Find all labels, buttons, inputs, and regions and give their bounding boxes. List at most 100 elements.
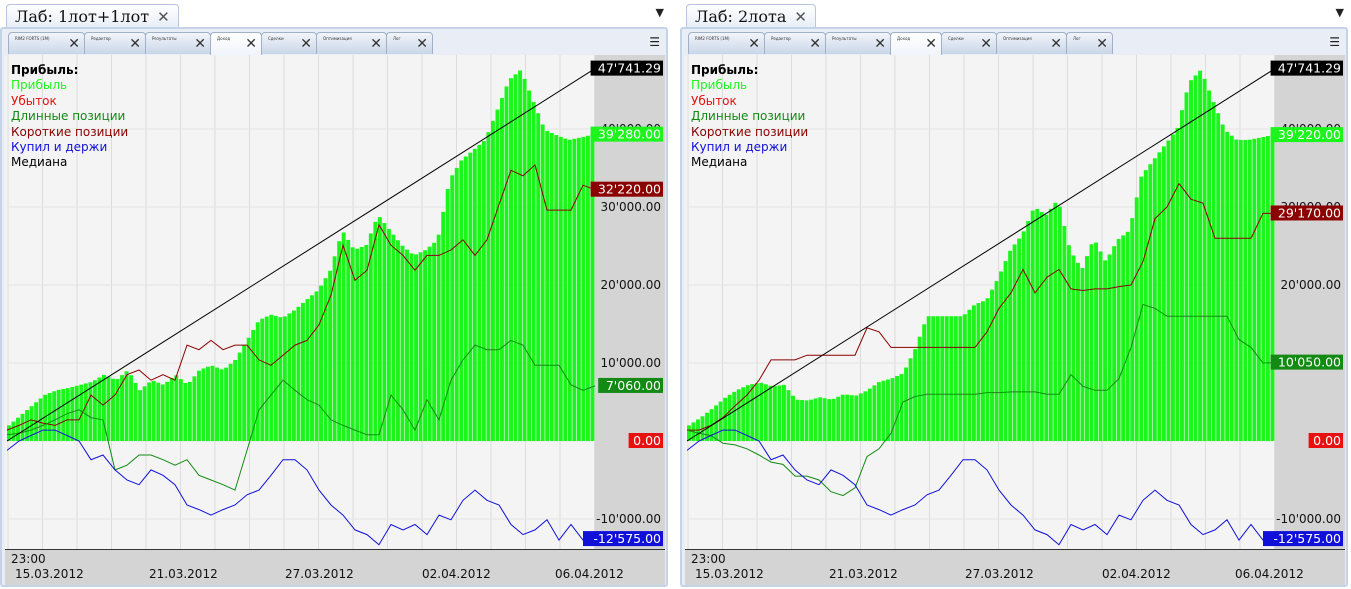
subtab-label: Результаты — [832, 36, 857, 41]
legend-item[interactable]: Купил и держи — [691, 140, 808, 155]
subtab-5[interactable]: Оптимизация ✕ — [316, 32, 387, 54]
subtab-label: Сделки — [948, 36, 964, 41]
legend-item[interactable]: Длинные позиции — [11, 109, 128, 124]
close-icon[interactable]: ✕ — [925, 36, 937, 52]
close-icon[interactable]: ✕ — [245, 36, 257, 52]
profit-bar — [990, 289, 994, 441]
subtab-4[interactable]: Сделки ✕ — [941, 32, 997, 54]
close-icon[interactable]: ✕ — [416, 36, 428, 52]
close-icon[interactable]: ✕ — [129, 36, 141, 52]
subtab-menu-icon[interactable]: ☰ — [1329, 35, 1340, 49]
buyhold-value-label: -12'575.00 — [593, 531, 661, 546]
profit-bar — [1089, 244, 1094, 441]
profit-bar — [206, 366, 210, 441]
profit-bar — [124, 371, 129, 441]
profit-bar — [863, 391, 868, 441]
close-icon[interactable]: ✕ — [809, 36, 821, 52]
long-value-label: 7'060.00 — [606, 378, 661, 393]
close-icon[interactable]: ✕ — [1096, 36, 1108, 52]
subtab-1[interactable]: Редактор ✕ — [84, 32, 146, 54]
subtab-6[interactable]: Лог ✕ — [1066, 32, 1113, 54]
legend-item[interactable]: Убыток — [11, 94, 128, 109]
tab-menu-chevron-icon[interactable]: ▼ — [656, 6, 664, 19]
subtab-label: Лог — [1073, 36, 1081, 41]
profit-bar — [732, 391, 737, 441]
legend-title: Прибыль: — [11, 63, 79, 77]
legend-item[interactable]: Короткие позиции — [11, 125, 128, 140]
subtab-4[interactable]: Сделки ✕ — [261, 32, 317, 54]
profit-bar — [445, 189, 450, 441]
subtab-3[interactable]: Доход ✕ — [890, 32, 942, 55]
profit-bar — [310, 295, 314, 441]
profit-bar — [994, 281, 999, 441]
legend-item[interactable]: Прибыль — [691, 78, 808, 93]
profit-bar — [967, 309, 972, 441]
subtab-2[interactable]: Результаты ✕ — [825, 32, 891, 54]
profit-bar — [174, 375, 179, 441]
profit-bar — [386, 228, 391, 441]
legend-item[interactable]: Прибыль — [11, 78, 128, 93]
profit-bar — [178, 379, 183, 441]
subtab-menu-icon[interactable]: ☰ — [649, 35, 660, 49]
legend-title: Прибыль: — [691, 63, 759, 77]
profit-bar — [876, 382, 881, 441]
legend-item[interactable]: Медиана — [691, 155, 808, 170]
profit-bar — [899, 373, 904, 441]
profit-bar — [337, 241, 342, 441]
close-icon[interactable]: ✕ — [980, 36, 992, 52]
tab-menu-chevron-icon[interactable]: ▼ — [1336, 6, 1344, 19]
legend-item[interactable]: Убыток — [691, 94, 808, 109]
profit-bar — [210, 365, 215, 441]
x-tick-label: 15.03.2012 — [15, 567, 84, 581]
profit-bar — [436, 234, 441, 441]
subtab-3[interactable]: Доход ✕ — [210, 32, 262, 55]
close-icon[interactable]: ✕ — [157, 5, 170, 29]
profit-bar — [1256, 137, 1261, 442]
profit-bar — [958, 316, 963, 441]
legend-item[interactable]: Купил и держи — [11, 140, 128, 155]
profit-bar — [500, 98, 504, 441]
profit-bar — [56, 389, 61, 441]
close-icon[interactable]: ✕ — [1050, 36, 1062, 52]
subtab-0[interactable]: RIM2 FORTS (1M) ✕ — [688, 32, 765, 54]
close-icon[interactable]: ✕ — [194, 36, 206, 52]
profit-bar — [138, 390, 143, 441]
profit-bar — [255, 322, 260, 441]
legend-item[interactable]: Короткие позиции — [691, 125, 808, 140]
profit-bar — [156, 382, 161, 441]
close-icon[interactable]: ✕ — [370, 36, 382, 52]
profit-bar — [917, 336, 922, 441]
profit-bar — [459, 160, 464, 441]
close-icon[interactable]: ✕ — [300, 36, 312, 52]
subtab-0[interactable]: RIM2 FORTS (1M) ✕ — [8, 32, 85, 54]
profit-bar — [1039, 211, 1044, 441]
legend-item[interactable]: Медиана — [11, 155, 128, 170]
subtab-2[interactable]: Результаты ✕ — [145, 32, 211, 54]
close-icon[interactable]: ✕ — [794, 5, 807, 29]
close-icon[interactable]: ✕ — [68, 36, 80, 52]
subtab-5[interactable]: Оптимизация ✕ — [996, 32, 1067, 54]
profit-bar — [759, 382, 764, 441]
profit-value-label: 39'280.00 — [598, 127, 661, 142]
x-axis: 23:00 15.03.2012 21.03.2012 27.03.2012 02.04… — [5, 549, 665, 585]
subtab-1[interactable]: Редактор ✕ — [764, 32, 826, 54]
profit-bar — [1116, 238, 1121, 441]
profit-bar — [395, 240, 400, 441]
legend-item[interactable]: Длинные позиции — [691, 109, 808, 124]
profit-bar — [1216, 113, 1221, 441]
profit-bar — [142, 386, 147, 441]
profit-bar — [723, 397, 728, 441]
lab-tab[interactable]: Лаб: 2лота ✕ — [686, 4, 816, 28]
profit-bar — [287, 313, 292, 441]
subtab-label: Сделки — [268, 36, 284, 41]
close-icon[interactable]: ✕ — [748, 36, 760, 52]
profit-bar — [1247, 139, 1252, 441]
lab-tab[interactable]: Лаб: 1лот+1лот ✕ — [6, 4, 179, 28]
profit-bar — [886, 379, 890, 441]
profit-bar — [736, 389, 741, 441]
x-tick-label: 06.04.2012 — [555, 567, 624, 581]
profit-bar — [111, 378, 115, 441]
subtab-6[interactable]: Лог ✕ — [386, 32, 433, 54]
close-icon[interactable]: ✕ — [874, 36, 886, 52]
subtab-label: Результаты — [152, 36, 177, 41]
